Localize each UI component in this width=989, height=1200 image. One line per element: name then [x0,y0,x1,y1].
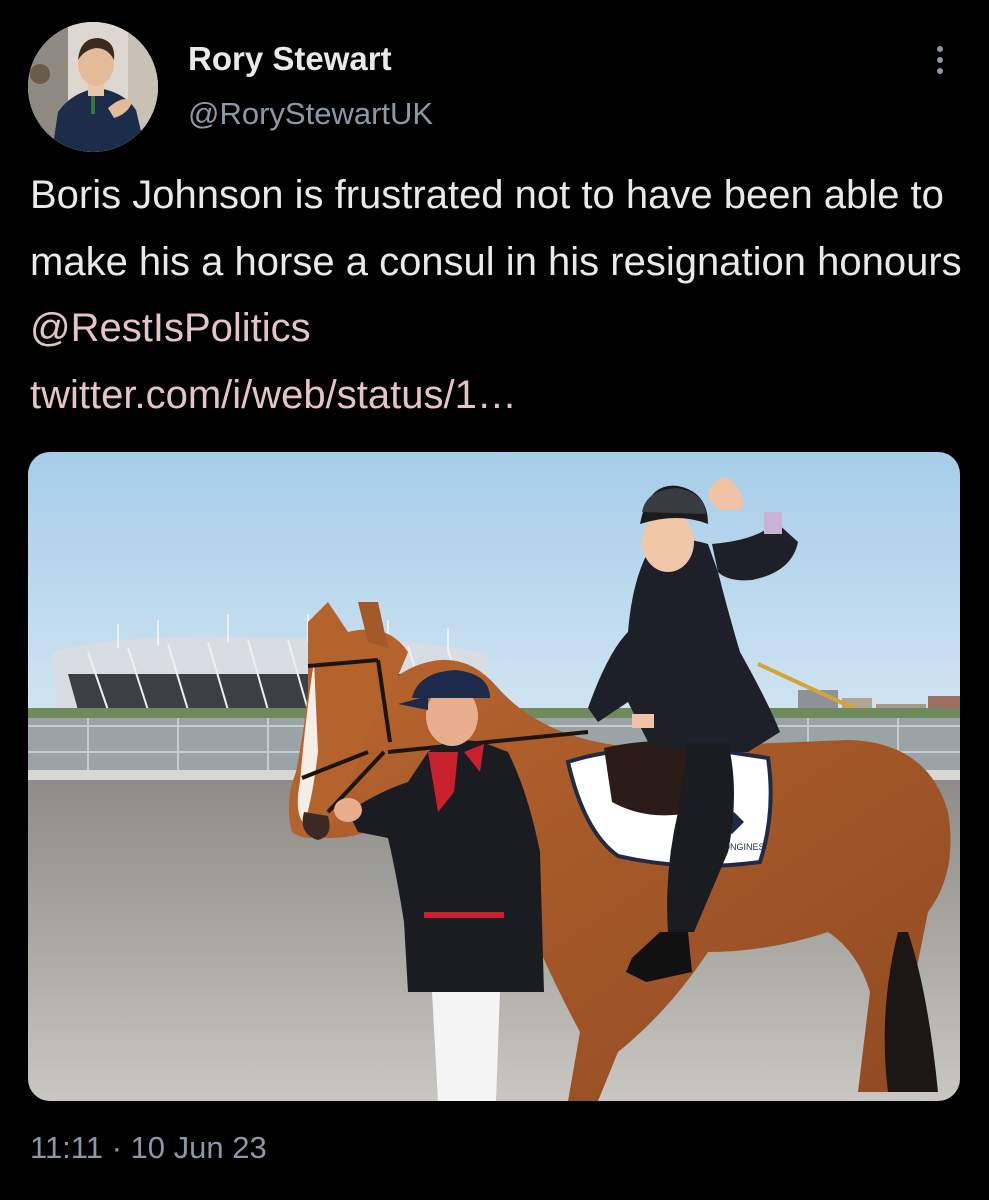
more-options-button[interactable] [920,38,960,82]
tweet-body-text: Boris Johnson is frustrated not to have … [30,173,962,284]
more-options-icon-dot [937,68,943,74]
tweet-photo[interactable]: LONGINES [28,452,960,1101]
more-options-icon [937,46,943,52]
user-handle[interactable]: @RoryStewartUK [188,96,433,132]
mention-link[interactable]: @RestIsPolitics [30,306,311,350]
more-options-icon-dot [937,57,943,63]
status-link[interactable]: twitter.com/i/web/status/1… [30,373,517,417]
photo-image: LONGINES [28,452,960,1101]
tweet-text: Boris Johnson is frustrated not to have … [30,162,970,428]
avatar-image [28,22,158,152]
display-name[interactable]: Rory Stewart [188,40,392,78]
avatar[interactable] [28,22,158,152]
tweet-timestamp[interactable]: 11:11 · 10 Jun 23 [30,1130,267,1166]
